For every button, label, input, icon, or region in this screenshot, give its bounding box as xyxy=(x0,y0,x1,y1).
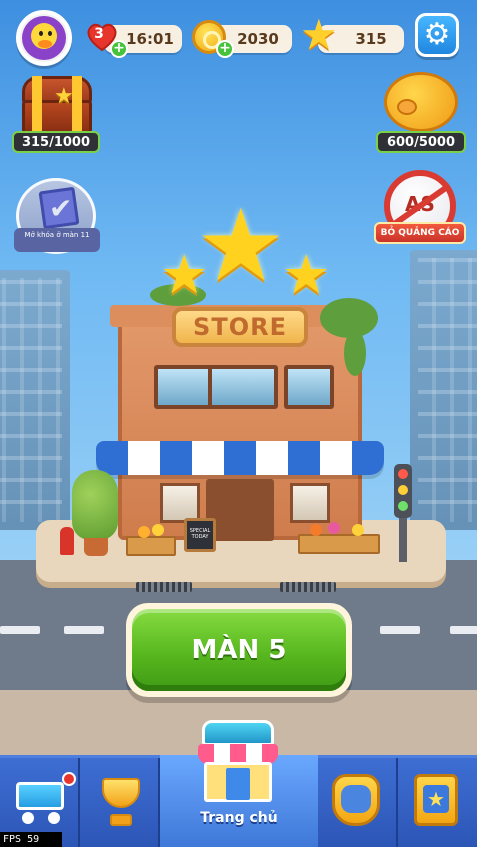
store-shelf xyxy=(290,483,330,523)
traffic-light xyxy=(394,464,412,518)
chest-progress-text: 315/1000 xyxy=(21,134,91,150)
store-shelf xyxy=(160,483,200,523)
player-avatar[interactable] xyxy=(16,10,72,66)
left-building xyxy=(0,270,70,530)
trophy-icon xyxy=(94,778,148,828)
stars-count: 315 xyxy=(355,30,387,48)
menu-board-text: SPECIAL TODAY xyxy=(189,528,211,540)
plant-pot xyxy=(84,538,108,556)
play-level-label: MÀN 5 xyxy=(132,609,346,691)
right-building xyxy=(410,250,477,530)
fruit-crate xyxy=(298,534,380,554)
lives-timer: 16:01 xyxy=(126,30,174,48)
fruit xyxy=(310,524,322,536)
fruit xyxy=(352,524,364,536)
no-ads-label[interactable]: BỎ QUẢNG CÁO xyxy=(374,222,466,244)
store-star-right-icon: ★ xyxy=(282,243,331,306)
add-coins-button[interactable]: + xyxy=(216,40,234,58)
add-lives-button[interactable]: + xyxy=(110,40,128,58)
fruit-crate xyxy=(126,536,176,556)
store-awning xyxy=(96,441,384,475)
menu-board: SPECIAL TODAY xyxy=(184,518,216,552)
road-marking xyxy=(380,626,420,634)
piggy-progress-bar: 600/5000 xyxy=(376,131,466,153)
drain-grate xyxy=(280,582,336,592)
store-star-center-icon: ★ xyxy=(196,187,286,304)
settings-gear-icon: ⚙ xyxy=(423,17,451,52)
settings-button[interactable]: ⚙ xyxy=(415,13,459,57)
shop-icon xyxy=(198,720,278,802)
home-tab-label: Trang chủ xyxy=(200,810,278,826)
play-level-button[interactable]: MÀN 5 xyxy=(126,603,352,697)
fruit xyxy=(138,526,150,538)
store-window xyxy=(284,365,334,409)
store-door xyxy=(206,479,274,541)
fps-counter: FPS 59 xyxy=(0,832,62,847)
ivy-leaves xyxy=(344,330,366,376)
coins-count: 2030 xyxy=(237,30,279,48)
chest-progress-bar: 315/1000 xyxy=(12,131,100,153)
piggy-bank-icon[interactable] xyxy=(384,72,458,132)
avatar-duck-icon xyxy=(22,16,66,60)
cart-icon xyxy=(8,772,76,824)
check-icon: ✔ xyxy=(49,192,73,225)
drain-grate xyxy=(136,582,192,592)
star-icon: ★ xyxy=(300,10,338,59)
team-icon xyxy=(332,774,380,826)
lives-count: 3 xyxy=(94,26,104,42)
collection-book-icon xyxy=(414,774,458,826)
notification-dot xyxy=(62,772,76,786)
store-sign: STORE xyxy=(172,307,308,347)
bush-tree xyxy=(72,470,118,540)
road-marking xyxy=(64,626,104,634)
unlock-label: Mở khóa ở màn 11 xyxy=(14,228,100,252)
fruit xyxy=(328,522,340,534)
treasure-chest-icon[interactable]: ★ xyxy=(22,76,92,134)
fruit xyxy=(152,524,164,536)
piggy-progress-text: 600/5000 xyxy=(386,134,456,150)
traffic-light-pole xyxy=(399,518,407,562)
fire-hydrant xyxy=(60,527,74,555)
store-window xyxy=(208,365,278,409)
road-marking xyxy=(0,626,40,634)
road-marking xyxy=(450,626,477,634)
